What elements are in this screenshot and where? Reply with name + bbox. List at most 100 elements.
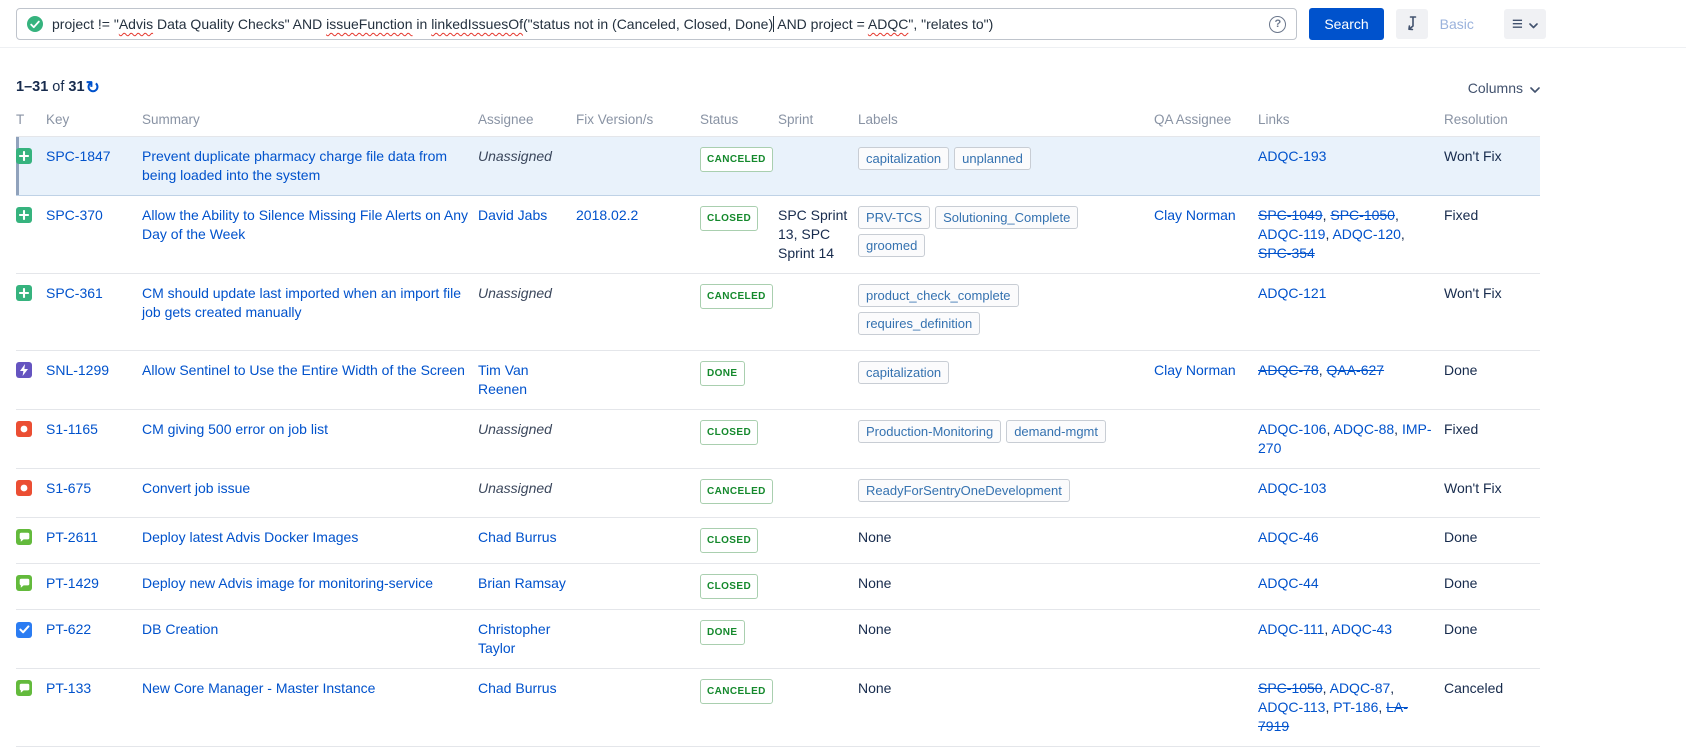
fix-version-link[interactable]: 2018.02.2	[576, 207, 638, 223]
issue-key-link[interactable]: PT-1429	[46, 575, 99, 591]
column-header-qa-assignee[interactable]: QA Assignee	[1154, 104, 1258, 137]
column-header-links[interactable]: Links	[1258, 104, 1444, 137]
assignee-link[interactable]: Brian Ramsay	[478, 575, 566, 591]
issue-link[interactable]: ADQC-113	[1258, 699, 1325, 715]
issue-key-link[interactable]: PT-622	[46, 621, 91, 637]
label-chip[interactable]: unplanned	[954, 147, 1031, 170]
refresh-icon[interactable]: ↻	[86, 78, 100, 98]
label-chip[interactable]: groomed	[858, 234, 926, 257]
issue-link[interactable]: ADQC-44	[1258, 575, 1319, 591]
cell-links: ADQC-121	[1258, 273, 1444, 351]
issue-link[interactable]: SPC-1050	[1330, 207, 1395, 223]
label-chip[interactable]: Solutioning_Complete	[935, 206, 1079, 229]
issue-link[interactable]: PT-186	[1333, 699, 1378, 715]
summary-link[interactable]: CM giving 500 error on job list	[142, 421, 328, 437]
summary-link[interactable]: Allow the Ability to Silence Missing Fil…	[142, 207, 468, 242]
issue-link[interactable]: ADQC-46	[1258, 529, 1319, 545]
issue-row[interactable]: PT-133 New Core Manager - Master Instance…	[16, 668, 1540, 747]
issue-table-container: T Key Summary Assignee Fix Version/s Status Sp…	[0, 104, 1686, 747]
label-chip[interactable]: requires_definition	[858, 312, 981, 335]
jql-query-text: project != "Advis Data Quality Checks" A…	[52, 16, 993, 32]
issue-row[interactable]: PT-622 DB Creation Christopher Taylor DONE N…	[16, 609, 1540, 669]
issue-link[interactable]: ADQC-121	[1258, 285, 1326, 301]
results-count: 1–31 of 31↻	[16, 78, 100, 98]
summary-link[interactable]: Prevent duplicate pharmacy charge file d…	[142, 148, 447, 183]
results-bar: 1–31 of 31↻ Columns	[0, 78, 1686, 98]
text-cursor-tool-button[interactable]	[1395, 9, 1428, 39]
assignee-link[interactable]: David Jabs	[478, 207, 547, 223]
assignee-link[interactable]: Chad Burrus	[478, 529, 557, 545]
hamburger-icon: ≡	[1511, 13, 1523, 35]
issue-key-link[interactable]: SNL-1299	[46, 362, 109, 378]
issue-link[interactable]: SPC-1049	[1258, 207, 1323, 223]
summary-link[interactable]: Convert job issue	[142, 480, 250, 496]
tools-menu-button[interactable]: ≡	[1503, 9, 1546, 39]
label-chip[interactable]: capitalization	[858, 361, 950, 384]
issue-link[interactable]: ADQC-111	[1258, 621, 1324, 637]
cell-sprint: SPC Sprint 13, SPC Sprint 14	[778, 195, 858, 274]
issue-key-link[interactable]: PT-133	[46, 680, 91, 696]
column-header-t[interactable]: T	[16, 104, 46, 137]
issue-row[interactable]: SPC-1847 Prevent duplicate pharmacy charg…	[16, 136, 1540, 196]
column-header-sprint[interactable]: Sprint	[778, 104, 858, 137]
label-chip[interactable]: product_check_complete	[858, 284, 1019, 307]
issue-key-link[interactable]: SPC-1847	[46, 148, 111, 164]
column-header-summary[interactable]: Summary	[142, 104, 478, 137]
issue-key-link[interactable]: SPC-370	[46, 207, 103, 223]
issue-row[interactable]: SPC-370 Allow the Ability to Silence Miss…	[16, 195, 1540, 274]
story-icon	[16, 680, 32, 696]
cell-key: S1-675	[46, 468, 142, 518]
column-header-fix-version-s[interactable]: Fix Version/s	[576, 104, 700, 137]
column-header-labels[interactable]: Labels	[858, 104, 1154, 137]
issue-link[interactable]: ADQC-103	[1258, 480, 1326, 496]
issue-key-link[interactable]: SPC-361	[46, 285, 103, 301]
issue-link[interactable]: ADQC-193	[1258, 148, 1326, 164]
label-chip[interactable]: PRV-TCS	[858, 206, 931, 229]
issue-link[interactable]: ADQC-120	[1332, 226, 1400, 242]
assignee-link[interactable]: Chad Burrus	[478, 680, 557, 696]
summary-link[interactable]: CM should update last imported when an i…	[142, 285, 461, 320]
issue-row[interactable]: PT-2611 Deploy latest Advis Docker Images…	[16, 517, 1540, 564]
assignee-link[interactable]: Tim Van Reenen	[478, 362, 529, 397]
cell-labels: capitalization	[858, 350, 1154, 410]
issue-link[interactable]: ADQC-88	[1333, 421, 1394, 437]
issue-key-link[interactable]: PT-2611	[46, 529, 98, 545]
qa-assignee-link[interactable]: Clay Norman	[1154, 207, 1236, 223]
column-header-assignee[interactable]: Assignee	[478, 104, 576, 137]
issue-key-link[interactable]: S1-675	[46, 480, 91, 496]
issue-link[interactable]: ADQC-43	[1331, 621, 1392, 637]
issue-row[interactable]: SPC-361 CM should update last imported wh…	[16, 273, 1540, 351]
summary-link[interactable]: DB Creation	[142, 621, 218, 637]
issue-row[interactable]: PT-1429 Deploy new Advis image for monito…	[16, 563, 1540, 610]
issue-link[interactable]: QAA-627	[1326, 362, 1384, 378]
search-button[interactable]: Search	[1309, 8, 1384, 40]
issue-link[interactable]: SPC-1050	[1258, 680, 1323, 696]
column-header-resolution[interactable]: Resolution	[1444, 104, 1540, 137]
summary-link[interactable]: Deploy latest Advis Docker Images	[142, 529, 358, 545]
issue-row[interactable]: S1-675 Convert job issue Unassigned CANCELE…	[16, 468, 1540, 518]
summary-link[interactable]: Allow Sentinel to Use the Entire Width o…	[142, 362, 465, 378]
label-chip[interactable]: ReadyForSentryOneDevelopment	[858, 479, 1070, 502]
issue-link[interactable]: ADQC-87	[1330, 680, 1391, 696]
issue-row[interactable]: SNL-1299 Allow Sentinel to Use the Entire…	[16, 350, 1540, 410]
label-chip[interactable]: demand-mgmt	[1006, 420, 1106, 443]
label-chip[interactable]: capitalization	[858, 147, 950, 170]
issue-row[interactable]: S1-1165 CM giving 500 error on job list Un…	[16, 409, 1540, 469]
column-header-status[interactable]: Status	[700, 104, 778, 137]
jql-search-input[interactable]: project != "Advis Data Quality Checks" A…	[16, 8, 1298, 40]
help-icon[interactable]: ?	[1269, 15, 1287, 33]
issue-link[interactable]: SPC-354	[1258, 245, 1315, 261]
label-chip[interactable]: Production-Monitoring	[858, 420, 1002, 443]
cell-qa-assignee	[1154, 468, 1258, 518]
basic-mode-link[interactable]: Basic	[1440, 16, 1474, 32]
issue-key-link[interactable]: S1-1165	[46, 421, 98, 437]
summary-link[interactable]: New Core Manager - Master Instance	[142, 680, 375, 696]
issue-link[interactable]: ADQC-119	[1258, 226, 1325, 242]
column-header-key[interactable]: Key	[46, 104, 142, 137]
issue-link[interactable]: ADQC-78	[1258, 362, 1319, 378]
columns-dropdown[interactable]: Columns	[1468, 80, 1540, 96]
qa-assignee-link[interactable]: Clay Norman	[1154, 362, 1236, 378]
summary-link[interactable]: Deploy new Advis image for monitoring-se…	[142, 575, 433, 591]
issue-link[interactable]: ADQC-106	[1258, 421, 1326, 437]
cell-summary: New Core Manager - Master Instance	[142, 668, 478, 747]
